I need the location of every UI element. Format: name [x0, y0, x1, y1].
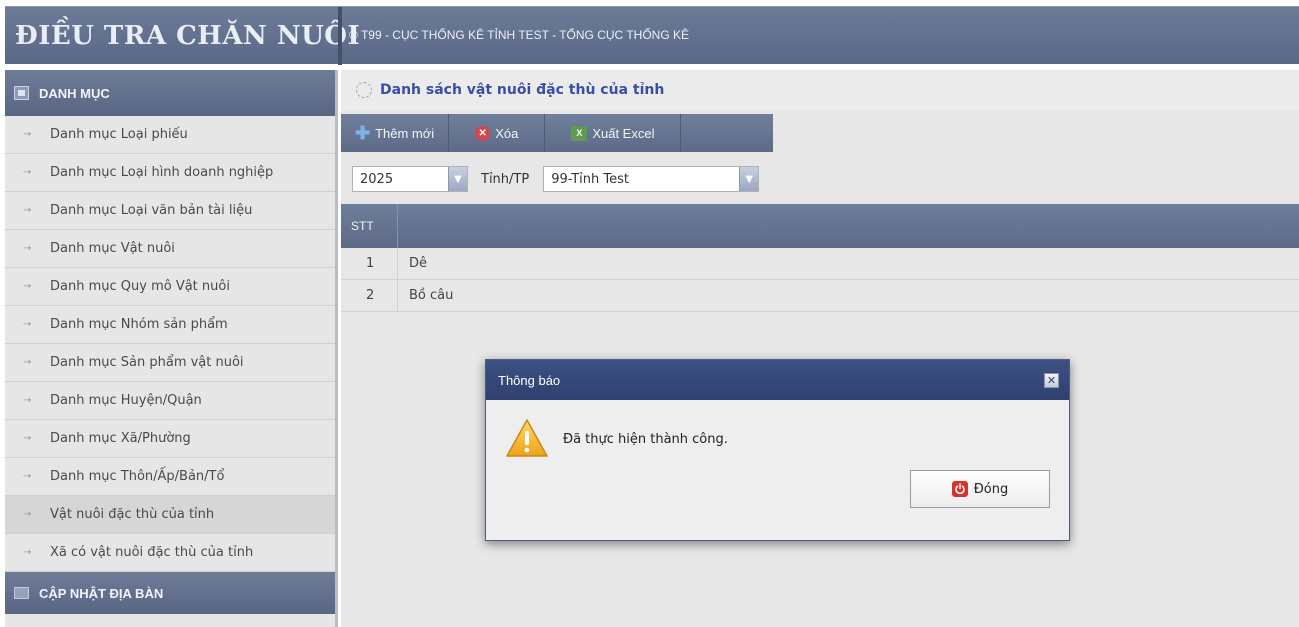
province-label: Tỉnh/TP — [481, 171, 530, 187]
sidebar: DANH MỤC → Danh mục Loại phiếu → Danh mục … — [5, 70, 338, 627]
row-name: Bồ câu — [409, 288, 454, 303]
sidebar-item-label: Danh mục Sản phẩm vật nuôi — [50, 355, 244, 370]
catalog-icon — [14, 86, 29, 100]
sidebar-section-header[interactable]: DANH MỤC — [5, 70, 335, 116]
sidebar-item-xa-co-vat-nuoi-dac-thu[interactable]: → Xã có vật nuôi đặc thù của tỉnh — [5, 534, 335, 572]
province-select[interactable]: 99-Tỉnh Test ▼ — [543, 166, 760, 192]
year-select[interactable]: 2025 ▼ — [352, 166, 468, 192]
grid-header: STT — [341, 204, 1299, 248]
arrow-right-icon: → — [23, 433, 32, 444]
sidebar-item-loai-phieu[interactable]: → Danh mục Loại phiếu — [5, 116, 335, 154]
sidebar-section-title: DANH MỤC — [39, 85, 110, 101]
close-button-label: Đóng — [973, 481, 1009, 497]
close-icon[interactable]: ✕ — [1044, 372, 1059, 388]
sidebar-item-label: Vật nuôi đặc thù của tỉnh — [50, 507, 215, 522]
table-row[interactable]: 1 Dê — [341, 248, 1299, 280]
column-header-stt[interactable]: STT — [341, 204, 398, 248]
sidebar-item-vat-nuoi-dac-thu[interactable]: → Vật nuôi đặc thù của tỉnh — [5, 496, 335, 534]
add-button[interactable]: ✚ Thêm mới — [341, 114, 450, 152]
add-button-label: Thêm mới — [375, 125, 435, 141]
arrow-right-icon: → — [23, 129, 32, 140]
arrow-right-icon: → — [23, 471, 32, 482]
page-icon — [356, 82, 372, 98]
header-divider — [338, 7, 342, 65]
app-title: ĐIỀU TRA CHĂN NUÔI — [15, 21, 361, 51]
row-stt: 1 — [341, 248, 398, 279]
warning-icon — [506, 419, 548, 457]
delete-icon: ✕ — [475, 125, 491, 141]
sidebar-item-thon-ap[interactable]: → Danh mục Thôn/Ấp/Bản/Tổ — [5, 458, 335, 496]
sidebar-item-quy-mo-vat-nuoi[interactable]: → Danh mục Quy mô Vật nuôi — [5, 268, 335, 306]
dialog-message: Đã thực hiện thành công. — [563, 432, 728, 447]
sidebar-footer-title: CẬP NHẬT ĐỊA BÀN — [39, 585, 164, 601]
dialog-title: Thông báo — [498, 372, 561, 388]
export-excel-button[interactable]: X Xuất Excel — [545, 114, 682, 152]
arrow-right-icon: → — [23, 509, 32, 520]
table-row[interactable]: 2 Bồ câu — [341, 280, 1299, 312]
header-banner: ĐIỀU TRA CHĂN NUÔI © T99 - CỤC THỐNG KÊ … — [5, 6, 1299, 65]
arrow-right-icon: → — [23, 319, 32, 330]
book-icon — [14, 587, 29, 599]
row-name: Dê — [409, 256, 428, 271]
export-button-label: Xuất Excel — [592, 125, 655, 141]
year-select-value: 2025 — [360, 171, 394, 187]
sidebar-item-huyen-quan[interactable]: → Danh mục Huyện/Quận — [5, 382, 335, 420]
sidebar-item-label: Danh mục Xã/Phường — [50, 431, 191, 446]
sidebar-item-label: Xã có vật nuôi đặc thù của tỉnh — [50, 545, 254, 560]
main-content: Danh sách vật nuôi đặc thù của tỉnh ✚ Th… — [341, 70, 1299, 627]
arrow-right-icon: → — [23, 205, 32, 216]
delete-button[interactable]: ✕ Xóa — [449, 114, 546, 152]
chevron-down-icon[interactable]: ▼ — [448, 167, 467, 191]
sidebar-item-label: Danh mục Loại văn bản tài liệu — [50, 203, 253, 218]
toolbar: ✚ Thêm mới ✕ Xóa X Xuất Excel — [341, 114, 773, 152]
sidebar-item-san-pham-vat-nuoi[interactable]: → Danh mục Sản phẩm vật nuôi — [5, 344, 335, 382]
top-header: ĐIỀU TRA CHĂN NUÔI © T99 - CỤC THỐNG KÊ … — [0, 0, 1299, 70]
filter-row: 2025 ▼ Tỉnh/TP 99-Tỉnh Test ▼ — [341, 161, 1299, 197]
arrow-right-icon: → — [23, 547, 32, 558]
delete-button-label: Xóa — [495, 125, 519, 141]
sidebar-item-label: Danh mục Vật nuôi — [50, 241, 175, 256]
org-line: © T99 - CỤC THỐNG KÊ TỈNH TEST - TỔNG CỤ… — [349, 28, 690, 42]
chevron-down-icon[interactable]: ▼ — [739, 167, 759, 191]
sidebar-item-vat-nuoi[interactable]: → Danh mục Vật nuôi — [5, 230, 335, 268]
sidebar-item-label: Danh mục Loại hình doanh nghiệp — [50, 165, 274, 180]
arrow-right-icon: → — [23, 167, 32, 178]
sidebar-item-nhom-san-pham[interactable]: → Danh mục Nhóm sản phẩm — [5, 306, 335, 344]
close-button[interactable]: Đóng — [910, 470, 1050, 508]
notification-dialog: Thông báo ✕ Đã thực hiện thành công. Đón… — [485, 359, 1070, 541]
sidebar-item-loai-van-ban[interactable]: → Danh mục Loại văn bản tài liệu — [5, 192, 335, 230]
row-stt: 2 — [341, 280, 398, 311]
sidebar-item-label: Danh mục Nhóm sản phẩm — [50, 317, 228, 332]
dialog-title-bar[interactable]: Thông báo ✕ — [486, 360, 1069, 400]
sidebar-item-label: Danh mục Thôn/Ấp/Bản/Tổ — [50, 469, 225, 484]
sidebar-item-label: Danh mục Loại phiếu — [50, 127, 188, 142]
province-select-value: 99-Tỉnh Test — [551, 171, 630, 187]
arrow-right-icon: → — [23, 395, 32, 406]
sidebar-item-xa-phuong[interactable]: → Danh mục Xã/Phường — [5, 420, 335, 458]
excel-icon: X — [571, 125, 588, 141]
arrow-right-icon: → — [23, 243, 32, 254]
page-title: Danh sách vật nuôi đặc thù của tỉnh — [380, 82, 665, 98]
sidebar-item-loai-hinh-doanh-nghiep[interactable]: → Danh mục Loại hình doanh nghiệp — [5, 154, 335, 192]
arrow-right-icon: → — [23, 357, 32, 368]
page-title-bar: Danh sách vật nuôi đặc thù của tỉnh — [341, 70, 1299, 110]
data-grid: STT 1 Dê 2 Bồ câu — [341, 204, 1299, 312]
plus-icon: ✚ — [355, 122, 371, 143]
power-icon — [951, 481, 968, 497]
sidebar-item-label: Danh mục Quy mô Vật nuôi — [50, 279, 230, 294]
sidebar-item-label: Danh mục Huyện/Quận — [50, 393, 202, 408]
sidebar-section-update[interactable]: CẬP NHẬT ĐỊA BÀN — [5, 572, 335, 614]
arrow-right-icon: → — [23, 281, 32, 292]
